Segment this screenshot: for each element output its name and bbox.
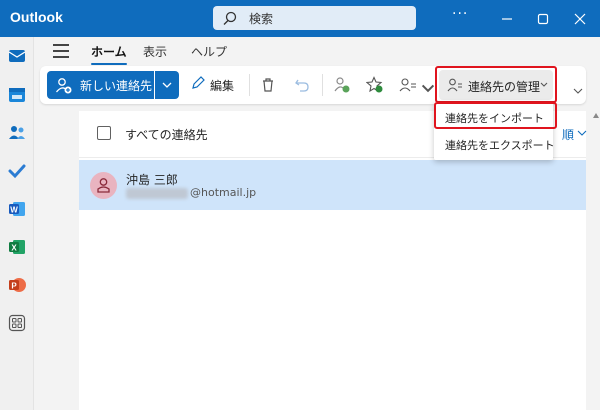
tab-home[interactable]: ホーム [91, 43, 127, 65]
apps-icon[interactable] [8, 314, 26, 332]
export-contacts-label: 連絡先をエクスポート [445, 139, 555, 152]
divider [322, 74, 323, 96]
mail-icon[interactable] [8, 47, 26, 65]
pencil-icon [192, 76, 205, 89]
chevron-down-icon[interactable] [577, 129, 587, 137]
contact-name: 沖島 三郎 [126, 173, 178, 187]
highlight-box [435, 66, 557, 103]
favorite-star-icon[interactable] [366, 76, 384, 94]
edit-label: 編集 [210, 79, 235, 93]
app-title: Outlook [10, 9, 63, 25]
svg-text:P: P [11, 282, 17, 291]
person-icon [97, 178, 110, 193]
edit-button[interactable]: 編集 [190, 75, 234, 95]
svg-text:X: X [11, 244, 17, 253]
email-redacted [126, 188, 188, 199]
list-title: すべての連絡先 [125, 128, 208, 142]
ribbon-expand-chevron-icon[interactable] [573, 87, 583, 95]
contact-email-domain: @hotmail.jp [190, 186, 257, 199]
export-contacts-menu-item[interactable]: 連絡先をエクスポート [434, 131, 555, 157]
add-to-favorites-person-icon[interactable] [333, 76, 351, 94]
avatar [90, 172, 117, 199]
undo-icon[interactable] [293, 76, 311, 94]
powerpoint-icon[interactable]: P [8, 276, 26, 294]
tab-help[interactable]: ヘルプ [191, 43, 227, 60]
divider [249, 74, 250, 96]
chevron-down-icon [162, 82, 172, 88]
search-icon [223, 11, 237, 25]
highlight-box [434, 102, 557, 129]
delete-icon[interactable] [259, 76, 277, 94]
excel-icon[interactable]: X [8, 238, 26, 256]
app-rail: W X P [0, 37, 34, 410]
new-contact-label: 新しい連絡先 [80, 79, 153, 93]
maximize-icon[interactable] [533, 9, 553, 29]
calendar-icon[interactable] [8, 86, 26, 104]
word-icon[interactable]: W [8, 200, 26, 218]
minimize-icon[interactable] [497, 9, 517, 29]
contact-list-icon[interactable] [399, 76, 417, 94]
search-placeholder: 検索 [249, 12, 274, 26]
search-box[interactable]: 検索 [213, 6, 416, 30]
close-icon[interactable] [570, 9, 590, 29]
scrollbar[interactable] [590, 111, 600, 410]
tab-view[interactable]: 表示 [143, 43, 167, 60]
title-bar: Outlook 検索 ··· [0, 0, 600, 37]
people-icon[interactable] [8, 124, 26, 142]
scroll-up-icon[interactable] [593, 113, 599, 118]
select-all-checkbox[interactable] [97, 126, 111, 140]
sort-button[interactable]: 順 [562, 126, 574, 143]
svg-text:W: W [10, 206, 18, 215]
more-options-button[interactable]: ··· [452, 6, 472, 26]
hamburger-menu-icon[interactable] [53, 44, 69, 58]
add-person-icon [55, 78, 72, 94]
todo-icon[interactable] [8, 162, 26, 180]
new-contact-button[interactable]: 新しい連絡先 [47, 71, 154, 99]
new-contact-dropdown[interactable] [155, 71, 179, 99]
